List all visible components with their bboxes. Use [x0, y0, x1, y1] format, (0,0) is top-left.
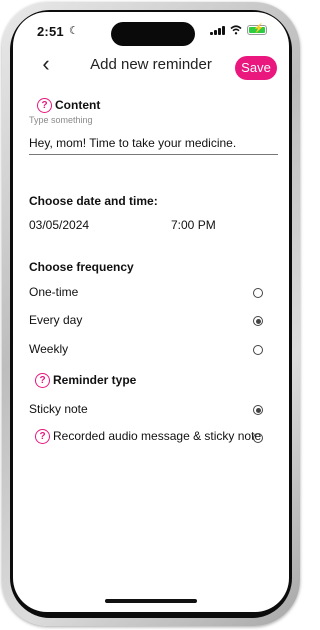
save-button[interactable]: Save	[235, 56, 277, 80]
signal-icon	[210, 25, 225, 35]
frequency-title: Choose frequency	[29, 260, 134, 274]
wifi-icon	[230, 25, 242, 35]
status-time: 2:51	[37, 24, 64, 39]
time-field[interactable]: 7:00 PM	[171, 218, 216, 232]
radio-every-day[interactable]	[253, 316, 263, 326]
content-title: Content	[55, 98, 101, 112]
reminder-option-audio[interactable]: Recorded audio message & sticky note	[53, 429, 261, 443]
frequency-option-one-time[interactable]: One-time	[29, 285, 78, 299]
datetime-title: Choose date and time:	[29, 194, 158, 208]
content-underline	[29, 154, 278, 155]
content-placeholder: Type something	[29, 115, 93, 125]
moon-icon: ☾	[69, 25, 79, 37]
reminder-type-title: Reminder type	[53, 373, 137, 387]
home-indicator	[105, 599, 197, 603]
radio-weekly[interactable]	[253, 345, 263, 355]
radio-sticky-note[interactable]	[253, 405, 263, 415]
dynamic-island	[111, 22, 195, 46]
content-input[interactable]: Hey, mom! Time to take your medicine.	[29, 136, 236, 150]
frequency-option-every-day[interactable]: Every day	[29, 313, 82, 327]
radio-audio[interactable]	[253, 433, 263, 443]
date-field[interactable]: 03/05/2024	[29, 218, 89, 232]
frequency-option-weekly[interactable]: Weekly	[29, 342, 68, 356]
reminder-type-help-icon[interactable]: ?	[35, 373, 50, 388]
content-help-icon[interactable]: ?	[37, 98, 52, 113]
status-icons: ⚡	[210, 23, 267, 35]
audio-help-icon[interactable]: ?	[35, 429, 50, 444]
battery-icon: ⚡	[247, 23, 267, 35]
reminder-option-sticky-note[interactable]: Sticky note	[29, 402, 88, 416]
app-screen: 2:51 ☾ ⚡ ‹ Add new reminder Save ? Conte…	[13, 12, 289, 612]
radio-one-time[interactable]	[253, 288, 263, 298]
